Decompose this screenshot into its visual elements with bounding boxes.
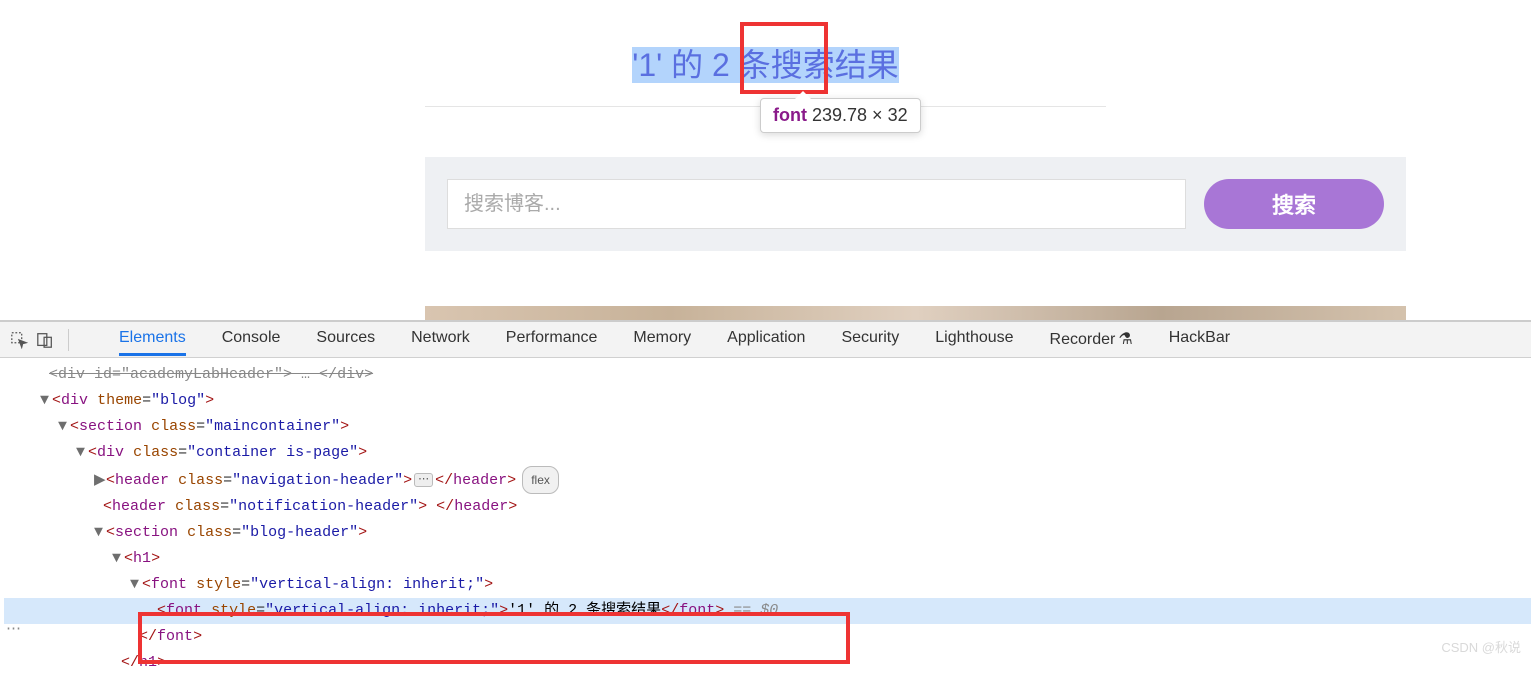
tab-memory[interactable]: Memory — [633, 323, 691, 356]
flask-icon: ⚗ — [1118, 329, 1132, 349]
tab-recorder[interactable]: Recorder⚗ — [1050, 323, 1133, 356]
tab-lighthouse[interactable]: Lighthouse — [935, 323, 1013, 356]
ellipsis-icon[interactable]: ⋯ — [414, 473, 433, 487]
devtools-panel: Elements Console Sources Network Perform… — [0, 320, 1531, 662]
dom-line-selected[interactable]: <font style="vertical-align: inherit;">'… — [4, 598, 1531, 624]
tab-security[interactable]: Security — [841, 323, 899, 356]
dom-line[interactable]: <div id="academyLabHeader"> … </div> — [4, 362, 1531, 388]
gutter-overflow-icon[interactable]: ⋯ — [6, 616, 23, 642]
tab-application[interactable]: Application — [727, 323, 805, 356]
search-panel: 搜索 — [425, 157, 1406, 251]
dom-line[interactable]: <header class="notification-header"> </h… — [4, 494, 1531, 520]
dom-line[interactable]: ▼<section class="blog-header"> — [4, 520, 1531, 546]
inspect-element-icon[interactable] — [10, 331, 28, 349]
inspector-tooltip: font 239.78 × 32 — [760, 98, 921, 133]
watermark: CSDN @秋说 — [1441, 637, 1521, 656]
search-button[interactable]: 搜索 — [1204, 179, 1384, 229]
dom-line[interactable]: ▼<section class="maincontainer"> — [4, 414, 1531, 440]
tab-hackbar[interactable]: HackBar — [1169, 323, 1230, 356]
dom-line[interactable]: ▼<div theme="blog"> — [4, 388, 1531, 414]
search-input[interactable] — [447, 179, 1186, 229]
flex-badge[interactable]: flex — [522, 466, 559, 494]
devtools-toolbar: Elements Console Sources Network Perform… — [0, 322, 1531, 358]
tab-performance[interactable]: Performance — [506, 323, 598, 356]
devtools-tabs: Elements Console Sources Network Perform… — [119, 323, 1230, 356]
tab-sources[interactable]: Sources — [316, 323, 375, 356]
tab-elements[interactable]: Elements — [119, 323, 186, 356]
toolbar-separator — [68, 329, 69, 351]
tab-console[interactable]: Console — [222, 323, 281, 356]
dom-line[interactable]: </h1> — [4, 650, 1531, 676]
dom-line[interactable]: ▼<div class="container is-page"> — [4, 440, 1531, 466]
dom-line[interactable]: </font> — [4, 624, 1531, 650]
annotation-red-box-top — [740, 22, 828, 94]
dom-line[interactable]: ▼<font style="vertical-align: inherit;"> — [4, 572, 1531, 598]
elements-tree[interactable]: <div id="academyLabHeader"> … </div> ▼<d… — [0, 358, 1531, 676]
dom-line[interactable]: ▼<h1> — [4, 546, 1531, 572]
dom-line[interactable]: ▶<header class="navigation-header">⋯</he… — [4, 466, 1531, 494]
device-toolbar-icon[interactable] — [36, 331, 54, 349]
tab-network[interactable]: Network — [411, 323, 470, 356]
